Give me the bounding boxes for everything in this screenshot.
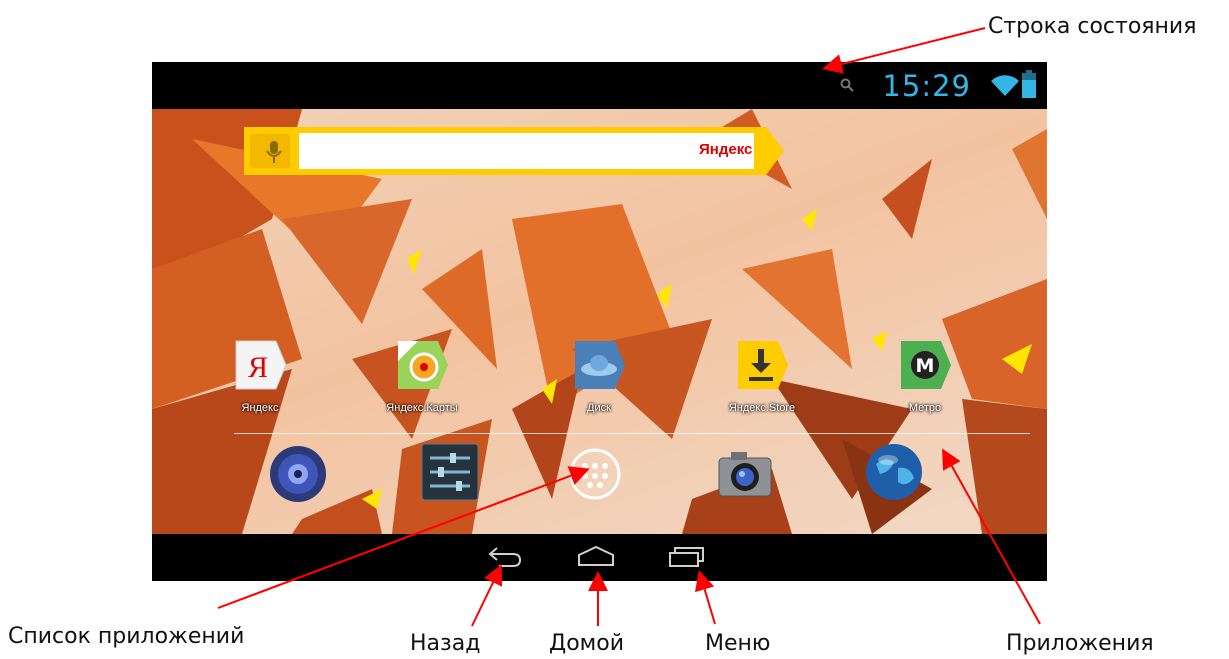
- back-callout: Назад: [410, 631, 481, 656]
- navigation-bar: [152, 534, 1047, 581]
- camera-icon[interactable]: [715, 444, 775, 504]
- menu-callout: Меню: [705, 631, 771, 656]
- browser-globe-icon[interactable]: [864, 442, 924, 502]
- status-clock: 15:29: [882, 69, 971, 103]
- disk-icon: [575, 341, 625, 389]
- recent-apps-icon[interactable]: [667, 544, 707, 568]
- back-icon[interactable]: [487, 546, 523, 568]
- dock-divider: [234, 433, 1030, 434]
- app-list-callout: Список приложений: [8, 624, 245, 649]
- home-icon[interactable]: [576, 544, 616, 568]
- home-callout: Домой: [549, 631, 625, 656]
- app-label: Яндекс.Store: [728, 402, 796, 414]
- status-bar-callout: Строка состояния: [988, 14, 1197, 39]
- status-bar: 15:29: [152, 62, 1047, 109]
- svg-text:Я: Я: [248, 351, 268, 384]
- yandex-maps-icon: [398, 341, 448, 389]
- metro-icon: M: [901, 341, 951, 389]
- settings-icon[interactable]: [420, 442, 480, 502]
- tablet-screen: 15:29 Яндекс Я Яндекс Яндекс.Карты Диск …: [152, 62, 1047, 581]
- app-label: Яндекс: [241, 402, 279, 414]
- yandex-icon: Я: [235, 340, 287, 390]
- svg-text:M: M: [916, 355, 935, 377]
- speaker-icon[interactable]: [268, 444, 328, 504]
- wifi-icon: [991, 75, 1019, 96]
- app-label: Метро: [908, 402, 942, 414]
- app-label: Диск: [587, 402, 611, 414]
- microphone-icon[interactable]: [262, 139, 286, 165]
- wallpaper: Яндекс Я Яндекс Яндекс.Карты Диск Яндекс…: [152, 109, 1047, 534]
- menu-arrow: [695, 570, 716, 625]
- battery-icon: [1022, 70, 1036, 98]
- apps-callout: Приложения: [1006, 631, 1154, 656]
- app-yandex[interactable]: Я Яндекс: [205, 337, 315, 414]
- yandex-store-icon: [738, 341, 788, 389]
- app-drawer-icon[interactable]: [565, 444, 625, 504]
- search-icon: [840, 78, 854, 92]
- app-metro[interactable]: M Метро: [870, 337, 980, 414]
- app-yandex-maps[interactable]: Яндекс.Карты: [367, 337, 477, 414]
- app-label: Яндекс.Карты: [386, 402, 458, 414]
- yandex-brand-label: Яндекс: [699, 141, 753, 158]
- app-yandex-store[interactable]: Яндекс.Store: [707, 337, 817, 414]
- app-disk[interactable]: Диск: [544, 337, 654, 414]
